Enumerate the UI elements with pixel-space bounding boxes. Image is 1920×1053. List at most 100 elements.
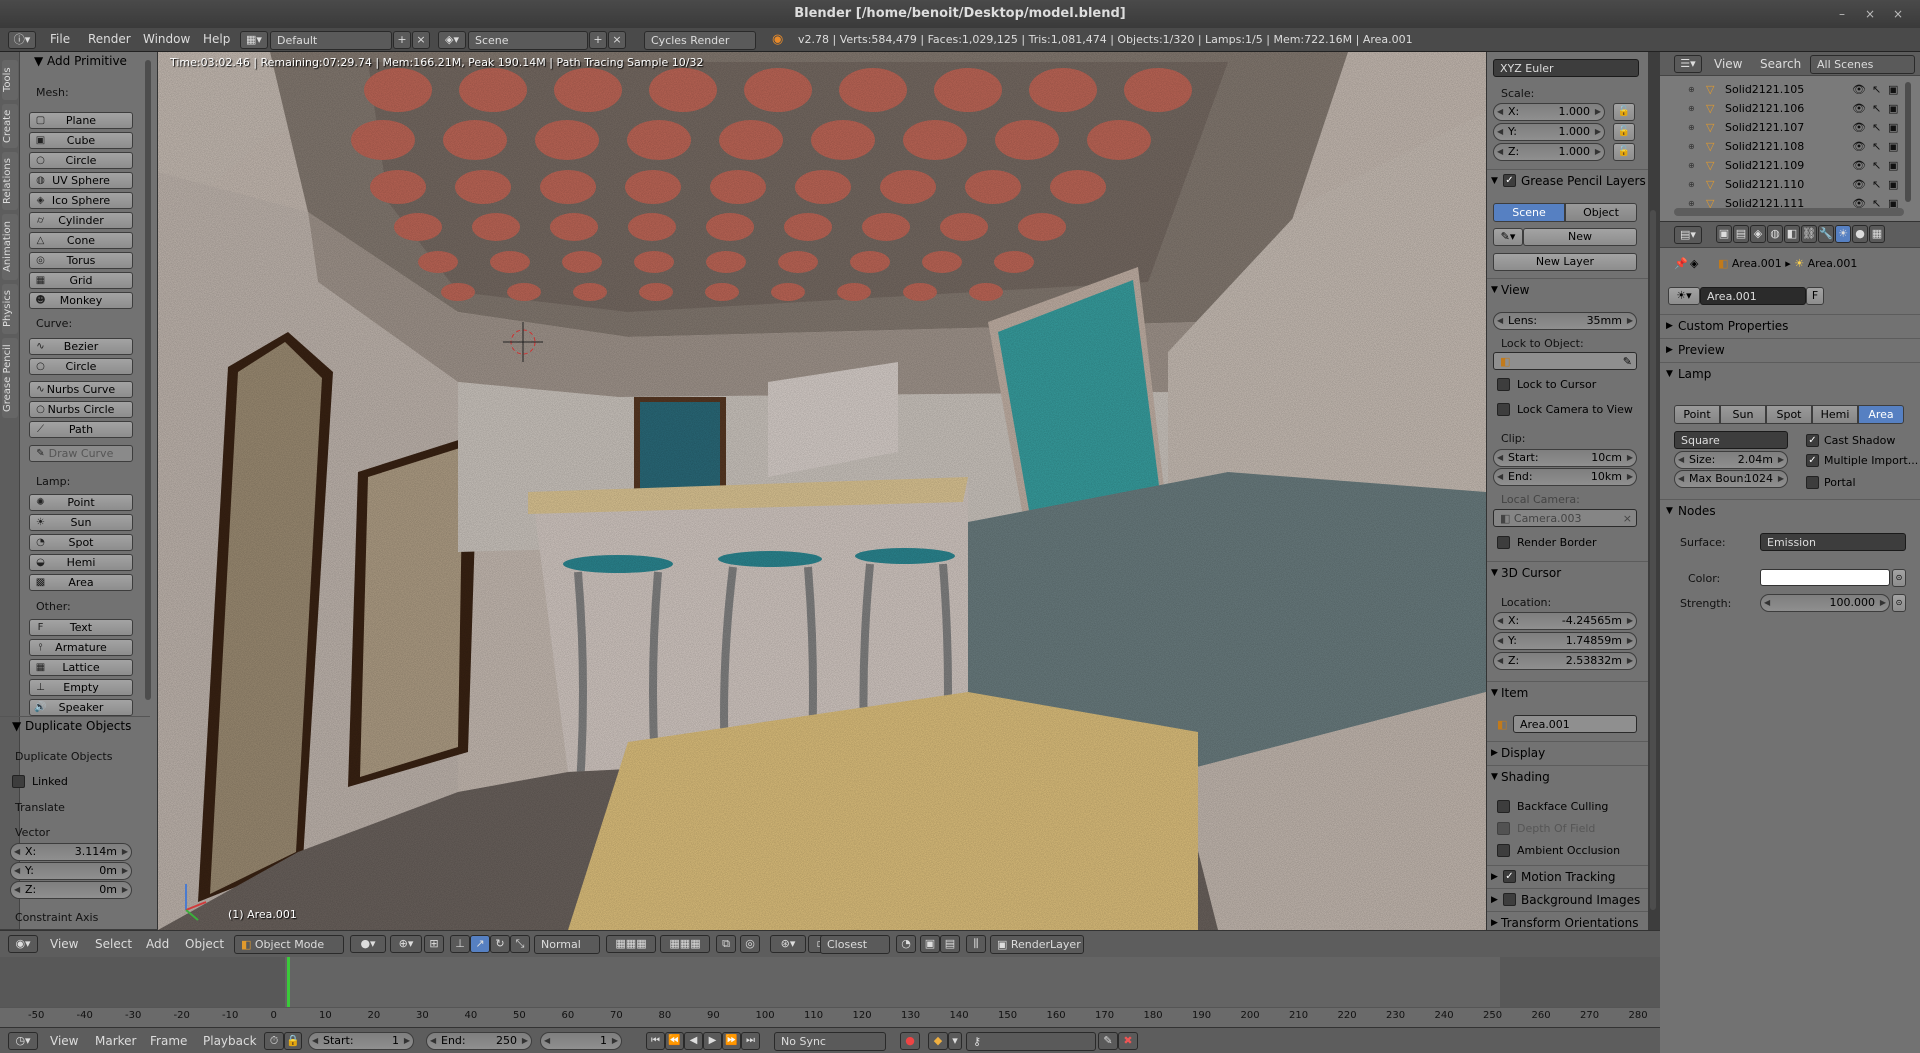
render-layer-select[interactable]: ▣ RenderLayer — [990, 935, 1084, 954]
add-nurbs-curve-button[interactable]: ∿ Nurbs Curve — [29, 381, 133, 398]
outliner-menu-view[interactable]: View — [1714, 57, 1742, 71]
gp-new-button[interactable]: New — [1523, 228, 1637, 246]
selectability-cursor-icon[interactable]: ↖ — [1872, 175, 1881, 195]
add-plane-button[interactable]: ▢ Plane — [29, 112, 133, 129]
custom-properties-header[interactable]: ▶ Custom Properties — [1660, 314, 1920, 337]
outliner-row[interactable]: ⊕ ▽ Solid2121.105 👁 ↖ ▣ — [1660, 80, 1900, 100]
play-reverse-icon[interactable]: ◀ — [684, 1032, 703, 1050]
add-speaker-button[interactable]: 🔊 Speaker — [29, 699, 133, 716]
tl-menu-view[interactable]: View — [50, 1034, 78, 1048]
keyframe-icon[interactable]: ◆ — [928, 1032, 948, 1050]
jump-next-key-icon[interactable]: ⏩ — [722, 1032, 741, 1050]
motion-tracking-header[interactable]: ▶ ✓ Motion Tracking — [1487, 865, 1648, 887]
lens-field[interactable]: ◀ Lens: 35mm ▶ — [1493, 312, 1637, 330]
grease-pencil-checkbox[interactable]: ✓ — [1503, 174, 1516, 187]
tab-tools[interactable]: Tools — [2, 60, 18, 100]
record-icon[interactable]: ● — [900, 1032, 920, 1050]
grease-pencil-panel-header[interactable]: ▼ ✓ Grease Pencil Layers — [1487, 169, 1648, 191]
outliner-row[interactable]: ⊕ ▽ Solid2121.110 👁 ↖ ▣ — [1660, 175, 1900, 195]
jump-start-icon[interactable]: ⏮ — [646, 1032, 665, 1050]
add-armature-button[interactable]: ⫯ Armature — [29, 639, 133, 656]
rotation-mode-select[interactable]: XYZ Euler — [1493, 59, 1639, 77]
lamp-shape-select[interactable]: Square — [1674, 431, 1788, 449]
vector-x-field[interactable]: ◀ X: 3.114m ▶ — [10, 843, 132, 861]
lock-cursor-checkbox[interactable] — [1497, 378, 1510, 391]
limit-selection-icon[interactable]: ⊞ — [424, 935, 444, 953]
remove-layout-button[interactable]: × — [412, 31, 430, 49]
portal-checkbox[interactable] — [1806, 476, 1819, 489]
surface-select[interactable]: Emission — [1760, 533, 1906, 551]
constraints-tab-icon[interactable]: ⛓ — [1801, 225, 1817, 243]
clip-start-field[interactable]: ◀ Start: 10cm ▶ — [1493, 449, 1637, 467]
3d-cursor-panel-header[interactable]: ▼ 3D Cursor — [1487, 561, 1648, 583]
vector-z-field[interactable]: ◀ Z: 0m ▶ — [10, 881, 132, 899]
opengl-render-icon[interactable]: ▤ — [940, 935, 960, 953]
max-bounces-field[interactable]: ◀ Max Boun: 1024 ▶ — [1674, 470, 1788, 488]
delete-key-icon[interactable]: ✖ — [1118, 1032, 1138, 1050]
add-path-button[interactable]: ⟋ Path — [29, 421, 133, 438]
properties-editor-icon[interactable]: ▤▾ — [1674, 226, 1702, 244]
scale-y-field[interactable]: ◀ Y: 1.000 ▶ — [1493, 123, 1605, 141]
add-primitive-title[interactable]: ▼ Add Primitive — [34, 54, 127, 68]
operator-title[interactable]: ▼ Duplicate Objects — [12, 719, 131, 733]
vp-menu-add[interactable]: Add — [146, 937, 169, 951]
add-point-button[interactable]: ✺ Point — [29, 494, 133, 511]
outliner-editor-icon[interactable]: ☰▾ — [1674, 55, 1702, 73]
color-socket-button[interactable]: ⊙ — [1892, 569, 1906, 587]
gp-pencil-icon[interactable]: ✎▾ — [1493, 228, 1523, 246]
add-spot-button[interactable]: ◔ Spot — [29, 534, 133, 551]
add-lattice-button[interactable]: ▦ Lattice — [29, 659, 133, 676]
cast-shadow-checkbox[interactable]: ✓ — [1806, 434, 1819, 447]
lock-camera-checkbox[interactable] — [1497, 403, 1510, 416]
tl-menu-frame[interactable]: Frame — [150, 1034, 187, 1048]
strength-field[interactable]: ◀ 100.000 ▶ — [1760, 594, 1890, 612]
tab-relations[interactable]: Relations — [2, 152, 18, 210]
preview-header[interactable]: ▶ Preview — [1660, 338, 1920, 361]
selectability-cursor-icon[interactable]: ↖ — [1872, 137, 1881, 157]
layers-icon[interactable]: ▦▦▦ — [606, 935, 656, 953]
transform-orientations-header[interactable]: ▶ Transform Orientations — [1487, 911, 1648, 930]
display-panel-header[interactable]: ▶ Display — [1487, 741, 1648, 763]
vp-menu-view[interactable]: View — [50, 937, 78, 951]
preview-range-icon[interactable]: ⏱ — [264, 1032, 284, 1050]
selectability-cursor-icon[interactable]: ↖ — [1872, 156, 1881, 176]
item-name-field[interactable]: Area.001 — [1513, 715, 1637, 733]
gp-scene-toggle[interactable]: Scene — [1493, 203, 1565, 222]
new-layer-button[interactable]: New Layer — [1493, 253, 1637, 271]
insert-key-icon[interactable]: ✎ — [1098, 1032, 1118, 1050]
scale-manipulator-icon[interactable]: ⤡ — [510, 935, 530, 953]
snap-align-icon[interactable]: ◔ — [896, 935, 916, 953]
restore-button[interactable]: × — [1858, 0, 1882, 28]
render-engine-select[interactable]: Cycles Render — [644, 31, 756, 50]
rotate-manipulator-icon[interactable]: ↻ — [490, 935, 510, 953]
add-sun-button[interactable]: ☀ Sun — [29, 514, 133, 531]
play-icon[interactable]: ▶ — [703, 1032, 722, 1050]
color-swatch[interactable] — [1760, 569, 1890, 586]
minimize-button[interactable]: – — [1830, 0, 1854, 28]
cursor-z-field[interactable]: ◀ Z: 2.53832m ▶ — [1493, 652, 1637, 670]
gp-object-toggle[interactable]: Object — [1565, 203, 1637, 222]
menu-file[interactable]: File — [50, 32, 70, 46]
tab-physics[interactable]: Physics — [2, 284, 18, 334]
scale-z-field[interactable]: ◀ Z: 1.000 ▶ — [1493, 143, 1605, 161]
render-camera-icon[interactable]: ▣ — [1888, 137, 1898, 157]
selectability-cursor-icon[interactable]: ↖ — [1872, 99, 1881, 119]
lock-icon[interactable]: 🔓 — [1613, 143, 1635, 161]
outliner-row[interactable]: ⊕ ▽ Solid2121.106 👁 ↖ ▣ — [1660, 99, 1900, 119]
scene-icon[interactable]: ◈▾ — [438, 31, 466, 49]
add-scene-button[interactable]: + — [589, 31, 607, 49]
cursor-x-field[interactable]: ◀ X: -4.24565m ▶ — [1493, 612, 1637, 630]
mode-select[interactable]: ◧ Object Mode — [234, 935, 344, 954]
visibility-eye-icon[interactable]: 👁 — [1852, 137, 1866, 157]
menu-window[interactable]: Window — [143, 32, 190, 46]
size-field[interactable]: ◀ Size: 2.04m ▶ — [1674, 451, 1788, 469]
translate-manipulator-icon[interactable]: ↗ — [470, 935, 490, 953]
render-preview-icon[interactable]: ▣ — [920, 935, 940, 953]
add-uv-sphere-button[interactable]: ◍ UV Sphere — [29, 172, 133, 189]
render-camera-icon[interactable]: ▣ — [1888, 118, 1898, 138]
pivot-point-icon[interactable]: ⊕▾ — [390, 935, 422, 953]
visibility-eye-icon[interactable]: 👁 — [1852, 175, 1866, 195]
proportional-icon[interactable]: ◎ — [740, 935, 760, 953]
data-tab-icon[interactable]: ☀ — [1835, 225, 1851, 243]
add-bezier-button[interactable]: ∿ Bezier — [29, 338, 133, 355]
